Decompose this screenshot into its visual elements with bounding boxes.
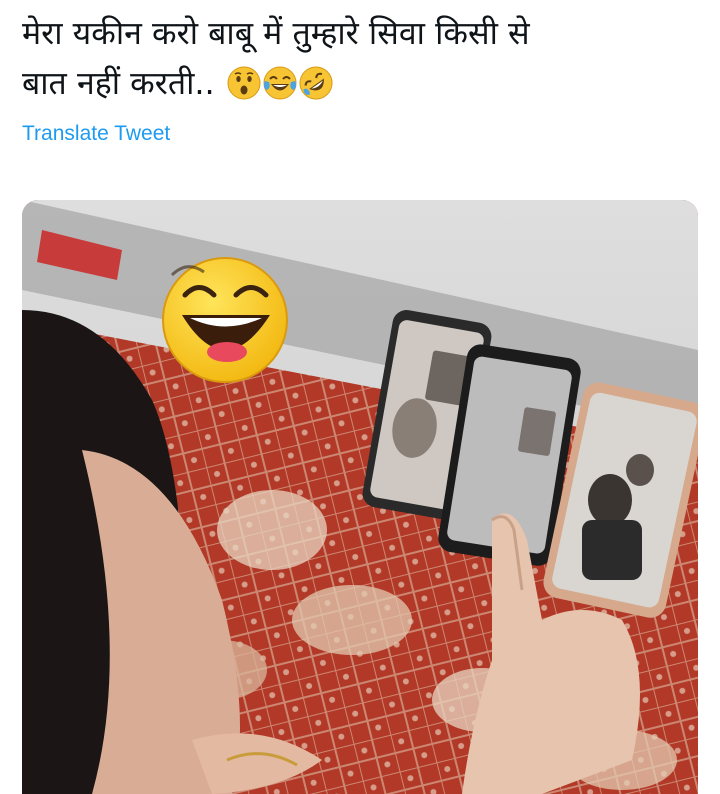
translate-tweet-link[interactable]: Translate Tweet [22,122,170,146]
tweet-text-line1: मेरा यकीन करो बाबू में तुम्हारे सिवा किस… [22,14,530,52]
rolling-on-floor-laughing-icon [299,66,333,100]
tweet-text: मेरा यकीन करो बाबू में तुम्हारे सिवा किस… [22,8,702,108]
face-with-tears-of-joy-icon [263,66,297,100]
laughing-emoji-sticker-icon [162,257,288,383]
hushed-face-icon [227,66,261,100]
tweet-media-photo[interactable] [22,200,698,794]
tweet-text-line2: बात नहीं करती.. [22,64,215,102]
photo-scene [22,200,698,794]
